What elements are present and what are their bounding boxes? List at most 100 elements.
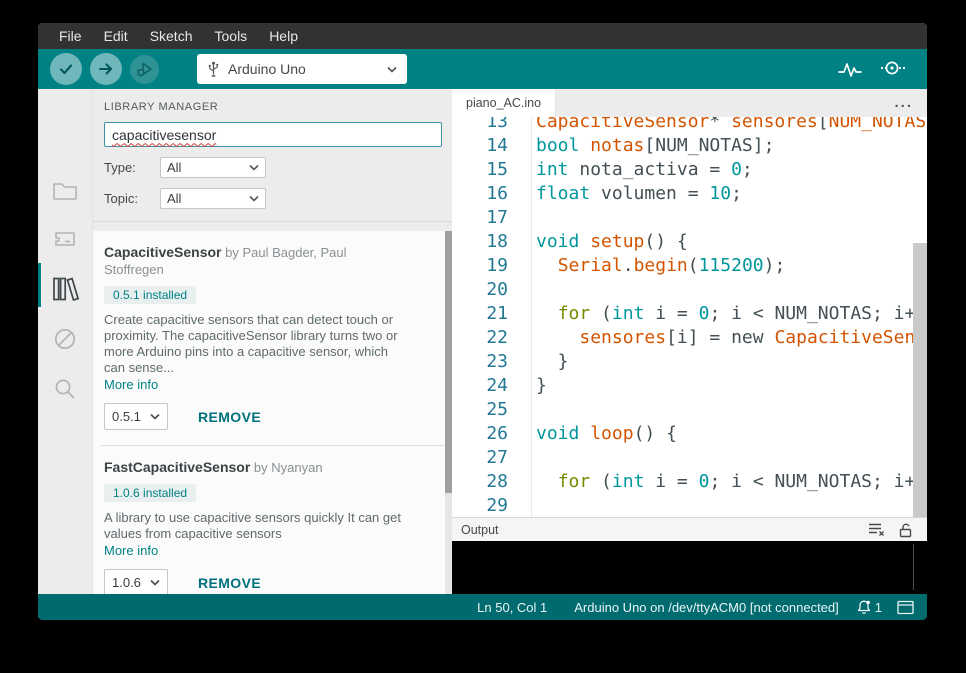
debug-button[interactable] [130,55,159,84]
output-console[interactable]: Sketch uses 5380 bytes (16%) of program … [452,541,927,594]
code-line[interactable]: 21 for (int i = 0; i < NUM_NOTAS; i++) { [452,302,927,326]
library-manager-panel: LIBRARY MANAGER capacitivesensor Type: A… [92,89,452,594]
library-description: A library to use capacitive sensors quic… [104,510,404,542]
remove-button[interactable]: REMOVE [198,575,261,591]
type-filter-select[interactable]: All [160,157,266,178]
board-selector-value: Arduino Uno [228,61,387,77]
code-line[interactable]: 25 [452,398,927,422]
code-editor: piano_AC.ino ... 13CapacitiveSensor* sen… [452,89,927,517]
code-lines: 13CapacitiveSensor* sensores[NUM_NOTAS];… [452,117,927,517]
library-name: FastCapacitiveSensor [104,459,250,475]
verify-button[interactable] [50,53,82,85]
upload-button[interactable] [90,53,122,85]
code-line[interactable]: 22 sensores[i] = new CapacitiveSensor [452,326,927,350]
more-info-link[interactable]: More info [104,377,437,392]
search-icon [53,377,77,401]
editor-more-actions-icon[interactable]: ... [894,98,927,108]
menu-bar: File Edit Sketch Tools Help [38,23,927,49]
code-line[interactable]: 27 [452,446,927,470]
status-bar: Ln 50, Col 1 Arduino Uno on /dev/ttyACM0… [38,594,927,620]
version-select[interactable]: 0.5.1 [104,403,168,430]
code-line[interactable]: 20 [452,278,927,302]
notification-count: 1 [875,600,882,615]
chevron-down-icon [249,195,259,202]
code-line[interactable]: 29 [452,494,927,517]
menu-item-tools[interactable]: Tools [204,23,259,49]
check-icon [57,60,75,78]
sidebar-item-debug[interactable] [38,317,92,361]
output-title: Output [461,523,868,537]
editor-tab-bar: piano_AC.ino ... [452,89,927,117]
library-entry[interactable]: CapacitiveSensor by Paul Bagder, Paul St… [93,231,453,445]
code-line[interactable]: 17 [452,206,927,230]
activity-sidebar [38,89,92,594]
library-name: CapacitiveSensor [104,244,222,260]
topic-filter-value: All [167,191,181,206]
serial-plotter-icon[interactable] [837,58,863,80]
code-area[interactable]: 13CapacitiveSensor* sensores[NUM_NOTAS];… [452,117,927,517]
more-info-link[interactable]: More info [104,543,437,558]
sidebar-item-sketchbook[interactable] [38,169,92,213]
circle-slash-icon [53,327,77,351]
toggle-panel-icon[interactable] [897,600,914,615]
menu-item-help[interactable]: Help [258,23,309,49]
code-line[interactable]: 19 Serial.begin(115200); [452,254,927,278]
library-description: Create capacitive sensors that can detec… [104,312,404,376]
bug-play-icon [135,59,155,79]
folder-icon [52,180,78,202]
code-line[interactable]: 24} [452,374,927,398]
menu-item-sketch[interactable]: Sketch [139,23,204,49]
bell-icon [856,599,872,615]
library-entry[interactable]: FastCapacitiveSensor by Nyanyan 1.0.6 in… [93,446,453,594]
code-line[interactable]: 26void loop() { [452,422,927,446]
chevron-down-icon [249,164,259,171]
library-search-input[interactable]: capacitivesensor [104,122,442,147]
usb-icon [207,61,220,78]
library-books-icon [51,276,79,302]
sidebar-item-search[interactable] [38,367,92,411]
notifications[interactable]: 1 [856,599,882,615]
editor-vertical-scrollbar[interactable] [913,243,927,517]
remove-button[interactable]: REMOVE [198,409,261,425]
code-line[interactable]: 18void setup() { [452,230,927,254]
version-select[interactable]: 1.0.6 [104,569,168,594]
library-list: CapacitiveSensor by Paul Bagder, Paul St… [93,231,453,594]
code-line[interactable]: 13CapacitiveSensor* sensores[NUM_NOTAS]; [452,117,927,134]
output-header: Output [452,517,927,541]
library-scrollbar-thumb[interactable] [445,231,452,493]
code-line[interactable]: 23 } [452,350,927,374]
installed-badge: 1.0.6 installed [104,484,196,502]
arrow-right-icon [97,60,115,78]
code-line[interactable]: 15int nota_activa = 0; [452,158,927,182]
menu-item-edit[interactable]: Edit [93,23,139,49]
menu-item-file[interactable]: File [48,23,93,49]
code-line[interactable]: 28 for (int i = 0; i < NUM_NOTAS; i++) { [452,470,927,494]
panel-title: LIBRARY MANAGER [93,89,452,113]
code-line[interactable]: 16float volumen = 10; [452,182,927,206]
topic-filter-label: Topic: [104,191,150,206]
arduino-ide-window: File Edit Sketch Tools Help [38,23,927,620]
sidebar-item-boards-manager[interactable] [38,217,92,261]
version-value: 0.5.1 [112,409,141,424]
autoscroll-unlock-icon[interactable] [898,522,913,538]
output-panel: Output Sketch uses 5380 bytes (16%) of p… [452,517,927,594]
tab-piano-ac-ino[interactable]: piano_AC.ino [452,89,556,117]
chevron-down-icon [387,66,397,73]
board-selector[interactable]: Arduino Uno [197,54,407,84]
serial-monitor-icon[interactable] [877,58,907,80]
library-author: by Nyanyan [250,460,322,475]
chevron-down-icon [150,579,160,586]
cursor-position[interactable]: Ln 50, Col 1 [477,600,547,615]
sidebar-item-library-manager[interactable] [38,267,92,311]
type-filter-label: Type: [104,160,150,175]
topic-filter-select[interactable]: All [160,188,266,209]
code-line[interactable]: 14bool notas[NUM_NOTAS]; [452,134,927,158]
indent-guide [531,117,532,517]
search-input-value: capacitivesensor [112,127,216,143]
board-icon [52,228,78,250]
toolbar: Arduino Uno [38,49,927,89]
type-filter-value: All [167,160,181,175]
board-port-status[interactable]: Arduino Uno on /dev/ttyACM0 [not connect… [574,600,839,615]
clear-output-icon[interactable] [868,522,885,537]
console-scrollbar [913,544,914,590]
